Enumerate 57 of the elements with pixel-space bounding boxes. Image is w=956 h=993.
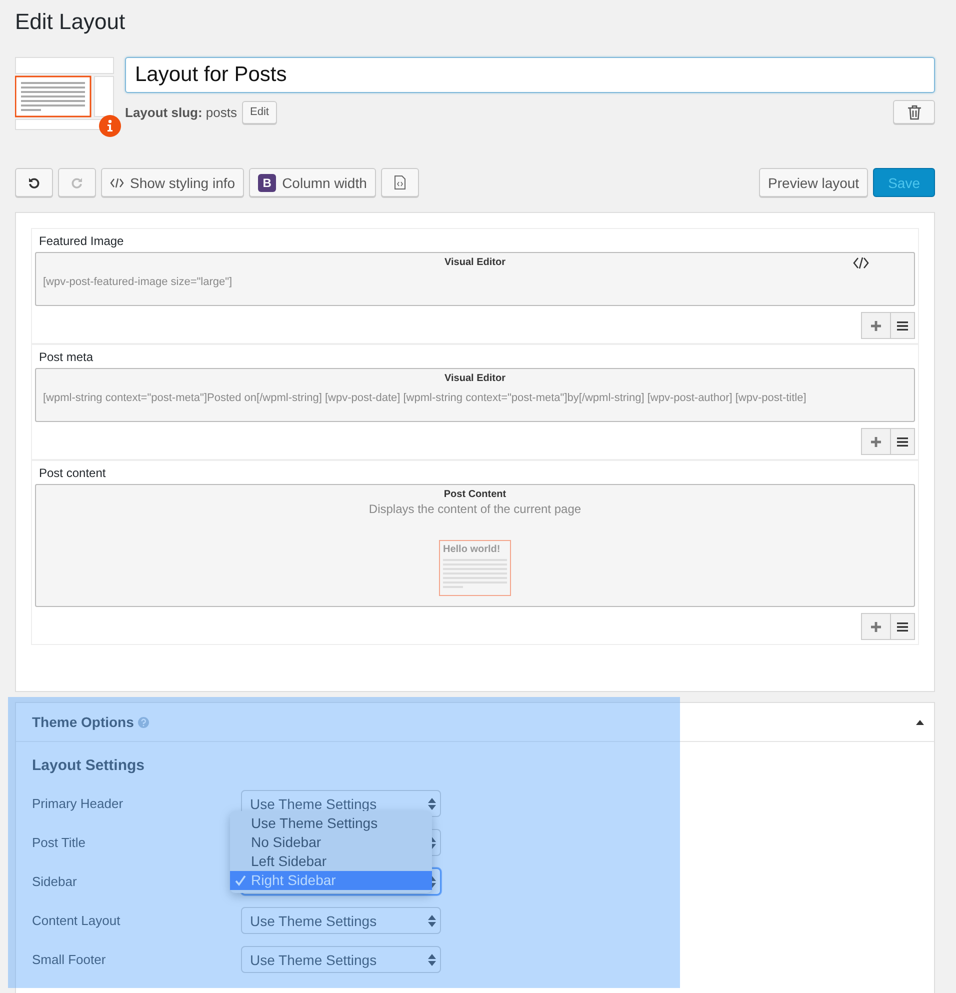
setting-label: Content Layout — [32, 913, 120, 928]
collapse-caret-icon[interactable] — [916, 720, 924, 724]
dropdown-option[interactable]: No Sidebar — [230, 833, 432, 852]
select-field[interactable]: Use Theme Settings — [241, 946, 441, 973]
page-preview-drawing: Hello world! — [439, 540, 511, 596]
styling-button[interactable]: Show styling info — [101, 168, 244, 197]
add-button[interactable] — [861, 428, 891, 455]
up-down-arrows-icon — [428, 954, 436, 966]
plus-icon — [871, 320, 881, 330]
dropdown-option[interactable]: Right Sidebar — [230, 871, 432, 890]
undo-button[interactable] — [15, 168, 53, 197]
bootstrap-button[interactable]: B Column width — [249, 168, 376, 197]
preview-button[interactable]: Preview layout — [759, 168, 868, 197]
setting-label: Sidebar — [32, 874, 77, 889]
layout-name-input[interactable]: Layout for Posts — [125, 57, 935, 93]
plus-icon — [871, 436, 881, 446]
edit-slug-button[interactable]: Edit — [242, 100, 277, 124]
slug-label: Layout slug: posts — [125, 104, 237, 120]
menu-button[interactable] — [891, 613, 915, 640]
menu-icon — [897, 622, 908, 632]
undo-icon — [28, 176, 40, 188]
dropdown-option[interactable]: Left Sidebar — [230, 852, 432, 871]
up-down-arrows-icon — [428, 798, 436, 810]
plus-icon — [871, 622, 881, 632]
cell-title: Post meta — [39, 350, 94, 364]
redo-icon — [71, 176, 83, 188]
menu-button[interactable] — [891, 312, 915, 339]
add-button[interactable] — [861, 312, 891, 339]
bootstrap-badge-icon: B — [258, 174, 276, 192]
description-text: Displays the content of the current page — [368, 502, 582, 516]
check-icon — [235, 875, 246, 886]
menu-icon — [897, 436, 908, 446]
up-down-arrows-icon — [428, 915, 436, 927]
editor-heading: Visual Editor — [444, 257, 506, 268]
cell-title: Featured Image — [39, 234, 124, 248]
dropdown-option[interactable]: Use Theme Settings — [230, 814, 432, 833]
cell-title: Post content — [39, 466, 106, 480]
section-heading: Layout Settings — [32, 757, 145, 774]
file-code-icon — [394, 175, 406, 190]
file-button[interactable] — [380, 168, 419, 197]
code-icon — [110, 178, 124, 188]
shortcode-text: [wpml-string context="post-meta"]Posted on[/wpml-string] [wpv-post-date] [wpml-string context="post-meta"]by[/wpml-string] [wpv-post-author] [wpv-post-title] — [43, 391, 808, 405]
setting-label: Small Footer — [32, 952, 106, 967]
editor-heading: Visual Editor — [444, 373, 506, 384]
setting-label: Primary Header — [32, 796, 124, 811]
menu-button[interactable] — [891, 428, 915, 455]
code-icon[interactable] — [853, 257, 869, 269]
shortcode-text: [wpv-post-featured-image size="large"] — [43, 275, 234, 289]
add-button[interactable] — [861, 613, 891, 640]
editor-heading: Post Content — [444, 489, 506, 500]
select-field[interactable]: Use Theme Settings — [241, 907, 441, 934]
menu-icon — [897, 320, 908, 330]
trash-icon — [908, 104, 920, 120]
setting-label: Post Title — [32, 835, 86, 850]
panel-title: Theme Options — [32, 714, 134, 730]
page-title: Edit Layout — [15, 9, 126, 34]
delete-button[interactable] — [893, 100, 935, 124]
